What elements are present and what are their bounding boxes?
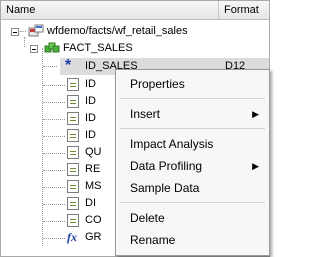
field-label: MS <box>85 180 102 192</box>
format-column-header[interactable]: Format <box>219 1 269 19</box>
field-label: RE <box>85 163 101 175</box>
menu-item-properties[interactable]: Properties <box>116 74 269 94</box>
column-icon <box>67 163 79 176</box>
menu-item-sample-data[interactable]: Sample Data <box>116 178 269 198</box>
collapse-icon[interactable] <box>11 28 19 36</box>
synonym-icon <box>28 24 44 37</box>
field-label: ID <box>85 78 96 90</box>
column-icon <box>67 95 79 108</box>
field-label: ID <box>85 95 96 107</box>
submenu-arrow-icon: ▶ <box>252 109 259 119</box>
menu-item-label: Data Profiling <box>130 159 203 173</box>
tree-connector <box>43 153 65 154</box>
tree-row-field[interactable]: MS <box>1 178 121 195</box>
column-icon <box>67 214 79 227</box>
menu-item-label: Rename <box>130 233 176 247</box>
tree-connector <box>20 31 26 32</box>
tree-row-field[interactable]: QU <box>1 144 121 161</box>
context-menu: Properties Insert ▶ Impact Analysis Data… <box>115 69 270 256</box>
tree-connector <box>43 85 65 86</box>
menu-item-label: Impact Analysis <box>130 137 214 151</box>
menu-item-label: Insert <box>130 107 161 121</box>
key-icon: * <box>65 57 72 74</box>
menu-item-impact-analysis[interactable]: Impact Analysis <box>116 134 269 154</box>
collapse-icon[interactable] <box>30 45 38 53</box>
tree-root-label: wfdemo/facts/wf_retail_sales <box>47 25 188 37</box>
menu-item-label: Sample Data <box>130 181 200 195</box>
tree-connector <box>43 204 65 205</box>
column-icon <box>67 78 79 91</box>
tree-row-field[interactable]: DI <box>1 195 121 212</box>
menu-item-insert[interactable]: Insert ▶ <box>116 104 269 124</box>
tree-connector <box>43 221 65 222</box>
tree-row-field[interactable]: RE <box>1 161 121 178</box>
field-label: QU <box>85 146 102 158</box>
menu-item-rename[interactable]: Rename <box>116 230 269 250</box>
column-icon <box>67 197 79 210</box>
tree-row-field[interactable]: fx GR <box>1 229 121 246</box>
tree-row-field[interactable]: ID <box>1 76 121 93</box>
name-column-header[interactable]: Name <box>1 1 219 19</box>
menu-separator <box>120 202 265 203</box>
tree-row-field[interactable]: CO <box>1 212 121 229</box>
tree-connector <box>43 102 65 103</box>
menu-separator <box>120 98 265 99</box>
metadata-panel: Name Format wfdemo/facts/wf_retail_sales <box>0 0 270 257</box>
tree-connector <box>43 136 65 137</box>
tree-row-segment[interactable]: FACT_SALES <box>1 40 269 57</box>
field-label: ID <box>85 112 96 124</box>
tree-connector <box>43 187 65 188</box>
tree-connector <box>43 170 65 171</box>
field-label: GR <box>85 231 102 243</box>
column-icon <box>67 146 79 159</box>
tree-row-field[interactable]: ID <box>1 110 121 127</box>
tree-connector <box>43 119 65 120</box>
field-label: DI <box>85 197 96 209</box>
menu-item-delete[interactable]: Delete <box>116 208 269 228</box>
menu-separator <box>120 128 265 129</box>
submenu-arrow-icon: ▶ <box>252 161 259 171</box>
segment-icon <box>44 42 60 53</box>
field-label: ID <box>85 129 96 141</box>
field-label: CO <box>85 214 102 226</box>
tree-row-root[interactable]: wfdemo/facts/wf_retail_sales <box>1 23 269 40</box>
tree-segment-label: FACT_SALES <box>63 42 133 54</box>
column-icon <box>67 112 79 125</box>
tree-connector <box>43 238 65 239</box>
menu-item-label: Properties <box>130 77 185 91</box>
column-header: Name Format <box>1 1 269 20</box>
tree-connector <box>43 66 57 67</box>
menu-item-data-profiling[interactable]: Data Profiling ▶ <box>116 156 269 176</box>
menu-item-label: Delete <box>130 211 165 225</box>
tree-row-field[interactable]: ID <box>1 93 121 110</box>
column-icon <box>67 129 79 142</box>
tree-row-field[interactable]: ID <box>1 127 121 144</box>
compute-icon: fx <box>67 230 77 244</box>
column-icon <box>67 180 79 193</box>
